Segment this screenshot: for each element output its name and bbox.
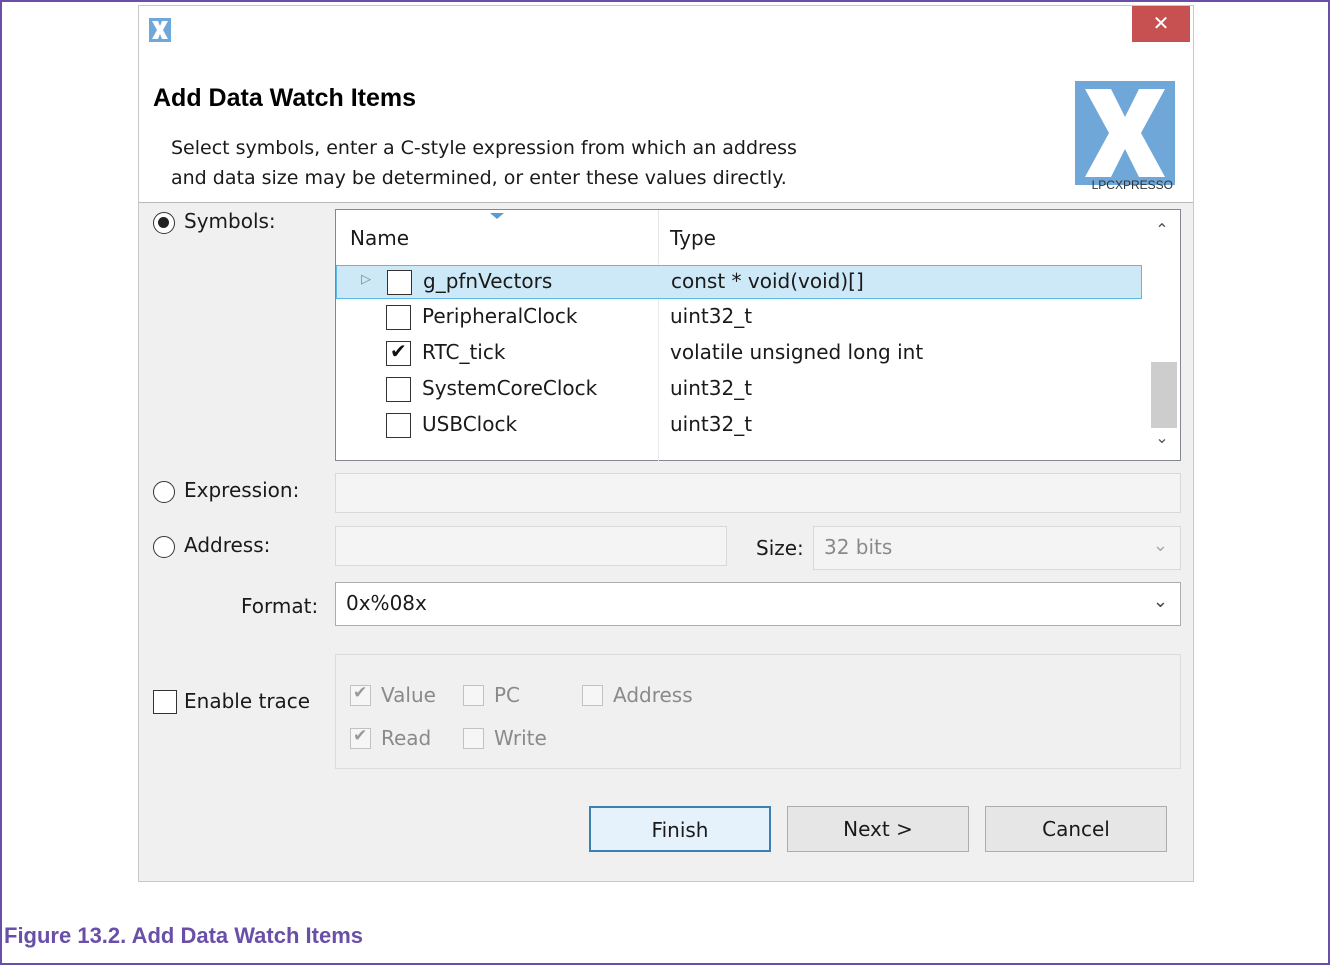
column-header-type[interactable]: Type [670, 226, 716, 250]
format-label: Format: [241, 594, 319, 618]
expression-label: Expression: [184, 478, 300, 502]
chevron-down-icon[interactable]: ⌄ [1153, 591, 1168, 612]
address-label: Address: [184, 533, 271, 557]
trace-pc-checkbox[interactable] [463, 685, 484, 706]
format-combo[interactable]: 0x%08x ⌄ [335, 582, 1181, 626]
size-value: 32 bits [824, 535, 893, 559]
symbol-type: uint32_t [670, 376, 753, 400]
symbol-name: RTC_tick [422, 340, 506, 364]
description-line-2: and data size may be determined, or ente… [171, 167, 787, 189]
trace-write-label: Write [494, 726, 547, 750]
symbol-name: SystemCoreClock [422, 376, 598, 400]
symbol-type: const * void(void)[] [671, 269, 864, 293]
page-description: Select symbols, enter a C-style expressi… [171, 133, 797, 193]
trace-read-checkbox[interactable]: ✔ [350, 726, 371, 749]
symbols-tree[interactable]: Name Type ▷ g_pfnVectors const * void(vo… [335, 209, 1181, 461]
address-input[interactable] [335, 526, 727, 566]
row-checkbox[interactable]: ✔ [386, 339, 411, 366]
symbols-radio[interactable] [153, 212, 175, 234]
sort-indicator-icon [490, 213, 504, 219]
trace-options-group: ✔ Value PC Address ✔ Read Write [335, 654, 1181, 769]
trace-address-checkbox[interactable] [582, 685, 603, 706]
row-checkbox[interactable] [387, 270, 412, 295]
row-checkbox[interactable] [386, 377, 411, 402]
symbol-type: uint32_t [670, 412, 753, 436]
size-select[interactable]: 32 bits ⌄ [813, 526, 1181, 570]
title-bar: ✕ [139, 6, 1193, 58]
row-checkbox[interactable] [386, 305, 411, 330]
vertical-scrollbar[interactable]: ⌃ ⌄ [1144, 210, 1180, 460]
symbol-type: volatile unsigned long int [670, 340, 924, 364]
scrollbar-thumb[interactable] [1151, 362, 1177, 428]
trace-pc-label: PC [494, 683, 521, 707]
column-divider[interactable] [658, 210, 659, 261]
scroll-down-icon[interactable]: ⌄ [1144, 428, 1180, 458]
trace-read-label: Read [381, 726, 432, 750]
scroll-up-icon[interactable]: ⌃ [1144, 220, 1180, 250]
tree-row[interactable]: ✔ RTC_tick volatile unsigned long int [336, 337, 1142, 371]
page-title: Add Data Watch Items [153, 84, 417, 112]
figure-caption: Figure 13.2. Add Data Watch Items [4, 923, 364, 948]
trace-address-label: Address [613, 683, 693, 707]
expand-triangle-icon[interactable]: ▷ [361, 272, 371, 287]
symbol-name: g_pfnVectors [423, 269, 553, 293]
lpcxpresso-app-icon [149, 18, 171, 42]
expression-radio[interactable] [153, 481, 175, 503]
column-header-name[interactable]: Name [350, 226, 409, 250]
add-data-watch-dialog: ✕ Add Data Watch Items Select symbols, e… [138, 5, 1194, 882]
trace-write-checkbox[interactable] [463, 728, 484, 749]
enable-trace-label: Enable trace [184, 689, 311, 713]
close-button[interactable]: ✕ [1132, 6, 1190, 42]
size-label: Size: [756, 536, 804, 560]
address-radio[interactable] [153, 536, 175, 558]
expression-input[interactable] [335, 473, 1181, 513]
enable-trace-checkbox[interactable] [153, 690, 177, 714]
symbol-name: USBClock [422, 412, 518, 436]
symbols-label: Symbols: [184, 209, 276, 233]
tree-row[interactable]: USBClock uint32_t [336, 409, 1142, 443]
trace-value-checkbox[interactable]: ✔ [350, 683, 371, 706]
finish-button[interactable]: Finish [589, 806, 771, 852]
checkmark-icon: ✔ [390, 339, 407, 363]
tree-row[interactable]: SystemCoreClock uint32_t [336, 373, 1142, 407]
chevron-down-icon: ⌄ [1152, 535, 1168, 556]
wizard-header: Add Data Watch Items Select symbols, ent… [139, 58, 1193, 203]
tree-row[interactable]: ▷ g_pfnVectors const * void(void)[] [336, 265, 1142, 299]
description-line-1: Select symbols, enter a C-style expressi… [171, 137, 797, 159]
next-button[interactable]: Next > [787, 806, 969, 852]
brand-wordmark: LPCXPRESSO [1091, 178, 1173, 192]
cancel-button[interactable]: Cancel [985, 806, 1167, 852]
tree-header: Name Type [336, 210, 1142, 261]
checkmark-icon: ✔ [353, 683, 368, 703]
row-checkbox[interactable] [386, 413, 411, 438]
format-value: 0x%08x [346, 591, 427, 615]
trace-value-label: Value [381, 683, 436, 707]
symbol-type: uint32_t [670, 304, 753, 328]
tree-row[interactable]: PeripheralClock uint32_t [336, 301, 1142, 335]
checkmark-icon: ✔ [353, 726, 368, 746]
symbol-name: PeripheralClock [422, 304, 578, 328]
